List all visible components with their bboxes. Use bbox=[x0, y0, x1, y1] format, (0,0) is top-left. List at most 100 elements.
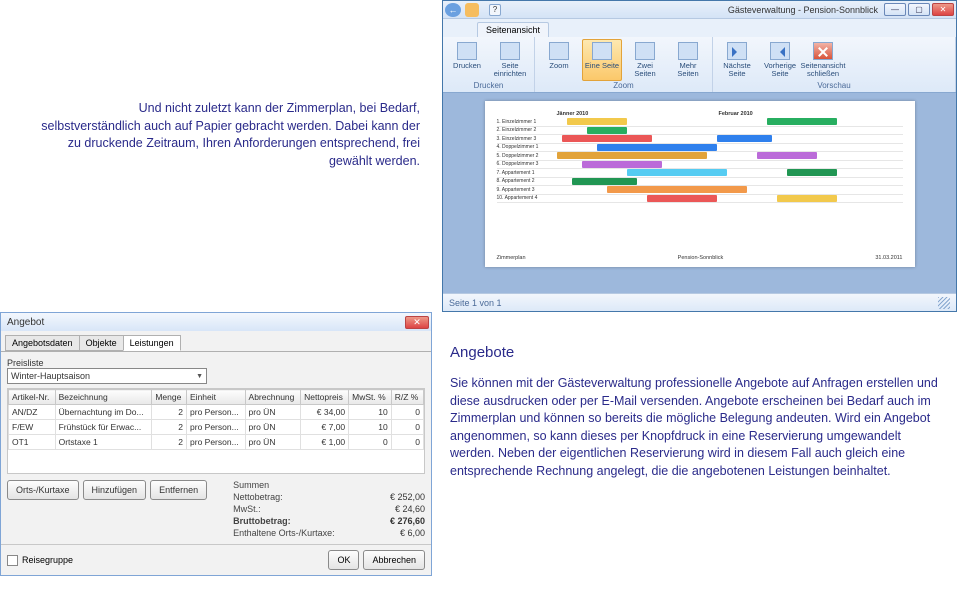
reisegruppe-checkbox[interactable]: Reisegruppe bbox=[7, 555, 73, 566]
column-header[interactable]: Menge bbox=[152, 390, 187, 405]
column-header[interactable]: Einheit bbox=[187, 390, 246, 405]
app-icon bbox=[465, 3, 479, 17]
table-row[interactable]: F/EWFrühstück für Erwac...2pro Person...… bbox=[9, 420, 424, 435]
gantt-bar bbox=[562, 135, 652, 142]
table-cell: 0 bbox=[391, 405, 423, 420]
ribbon-group-zoom: Zoom Eine Seite Zwei Seiten Mehr Seiten … bbox=[535, 37, 713, 92]
table-cell: pro Person... bbox=[187, 405, 246, 420]
paper-preview: Jänner 2010 Februar 2010 1. Einzelzimmer… bbox=[485, 101, 915, 267]
chart-row-bars bbox=[557, 127, 903, 134]
remove-button[interactable]: Entfernen bbox=[150, 480, 207, 500]
chart-row-bars bbox=[557, 152, 903, 159]
paper-footer-left: Zimmerplan bbox=[497, 255, 526, 261]
page-setup-icon bbox=[500, 42, 520, 60]
print-button[interactable]: Drucken bbox=[447, 39, 487, 81]
table-cell: Frühstück für Erwac... bbox=[55, 420, 152, 435]
table-cell: pro ÜN bbox=[245, 405, 301, 420]
paragraph-zimmerplan: Und nicht zuletzt kann der Zimmerplan, b… bbox=[40, 100, 420, 170]
ribbon-tabs: Seitenansicht bbox=[443, 19, 956, 37]
help-icon[interactable]: ? bbox=[489, 4, 501, 16]
two-pages-button[interactable]: Zwei Seiten bbox=[625, 39, 665, 81]
maximize-button[interactable]: ▢ bbox=[908, 3, 930, 16]
chart-row-label: 9. Appartement 3 bbox=[497, 187, 557, 193]
table-cell: 0 bbox=[349, 435, 392, 450]
chart-row: 9. Appartement 3 bbox=[497, 186, 903, 195]
enth-value: € 6,00 bbox=[390, 528, 425, 538]
offer-footer: Reisegruppe OK Abbrechen bbox=[1, 544, 431, 575]
chart-row-label: 8. Appartement 2 bbox=[497, 178, 557, 184]
add-button[interactable]: Hinzufügen bbox=[83, 480, 147, 500]
close-icon bbox=[813, 42, 833, 60]
zoom-icon bbox=[549, 42, 569, 60]
page-setup-button[interactable]: Seite einrichten bbox=[490, 39, 530, 81]
ok-button[interactable]: OK bbox=[328, 550, 359, 570]
window-title: Gästeverwaltung - Pension-Sonnblick bbox=[728, 5, 884, 15]
table-cell: 10 bbox=[349, 405, 392, 420]
chart-row-label: 10. Appartement 4 bbox=[497, 195, 557, 201]
minimize-button[interactable]: — bbox=[884, 3, 906, 16]
gantt-bar bbox=[787, 169, 837, 176]
table-cell: 2 bbox=[152, 435, 187, 450]
netto-value: € 252,00 bbox=[390, 492, 425, 502]
chart-row: 3. Einzelzimmer 3 bbox=[497, 135, 903, 144]
status-text: Seite 1 von 1 bbox=[449, 298, 502, 308]
preisliste-value: Winter-Hauptsaison bbox=[11, 371, 90, 381]
cancel-button[interactable]: Abbrechen bbox=[363, 550, 425, 570]
table-row[interactable]: OT1Ortstaxe 12pro Person...pro ÜN€ 1,000… bbox=[9, 435, 424, 450]
chart-row: 4. Doppelzimmer 1 bbox=[497, 144, 903, 153]
tab-seitenansicht[interactable]: Seitenansicht bbox=[477, 22, 549, 37]
chart-row-label: 4. Doppelzimmer 1 bbox=[497, 144, 557, 150]
offer-body: Preisliste Winter-Hauptsaison ▼ Artikel-… bbox=[1, 351, 431, 544]
column-header[interactable]: Nettopreis bbox=[301, 390, 349, 405]
offer-window: Angebot ✕ Angebotsdaten Objekte Leistung… bbox=[0, 312, 432, 576]
chart-row-label: 2. Einzelzimmer 2 bbox=[497, 127, 557, 133]
chart-row-label: 7. Appartement 1 bbox=[497, 170, 557, 176]
close-button[interactable]: ✕ bbox=[405, 316, 429, 329]
tab-angebotsdaten[interactable]: Angebotsdaten bbox=[5, 335, 80, 351]
close-button[interactable]: ✕ bbox=[932, 3, 954, 16]
two-pages-icon bbox=[635, 42, 655, 60]
table-cell: pro Person... bbox=[187, 435, 246, 450]
next-page-button[interactable]: Nächste Seite bbox=[717, 39, 757, 81]
prev-page-button[interactable]: Vorherige Seite bbox=[760, 39, 800, 81]
tab-leistungen[interactable]: Leistungen bbox=[123, 335, 181, 351]
sums-block: Summen Nettobetrag:€ 252,00 MwSt.:€ 24,6… bbox=[215, 480, 425, 538]
more-pages-button[interactable]: Mehr Seiten bbox=[668, 39, 708, 81]
column-header[interactable]: MwSt. % bbox=[349, 390, 392, 405]
table-row[interactable]: AN/DZÜbernachtung im Do...2pro Person...… bbox=[9, 405, 424, 420]
one-page-button[interactable]: Eine Seite bbox=[582, 39, 622, 81]
brutto-label: Bruttobetrag: bbox=[233, 516, 335, 526]
chart-row-bars bbox=[557, 178, 903, 185]
resize-handle-icon[interactable] bbox=[938, 297, 950, 309]
chart-row-bars bbox=[557, 161, 903, 168]
ribbon-group-label: Drucken bbox=[447, 81, 530, 90]
column-header[interactable]: R/Z % bbox=[391, 390, 423, 405]
tab-objekte[interactable]: Objekte bbox=[79, 335, 124, 351]
column-header[interactable]: Artikel-Nr. bbox=[9, 390, 56, 405]
gantt-bar bbox=[587, 127, 627, 134]
ribbon-group-drucken: Drucken Seite einrichten Drucken bbox=[443, 37, 535, 92]
table-cell: 0 bbox=[391, 420, 423, 435]
gantt-bar bbox=[717, 135, 772, 142]
preisliste-combo[interactable]: Winter-Hauptsaison ▼ bbox=[7, 368, 207, 384]
ortskurtaxe-button[interactable]: Orts-/Kurtaxe bbox=[7, 480, 79, 500]
zoom-button[interactable]: Zoom bbox=[539, 39, 579, 81]
back-icon[interactable]: ← bbox=[445, 3, 461, 17]
gantt-bar bbox=[572, 178, 637, 185]
chart-month: Februar 2010 bbox=[719, 111, 769, 117]
gantt-bar bbox=[757, 152, 817, 159]
column-header[interactable]: Abrechnung bbox=[245, 390, 301, 405]
leistungen-grid[interactable]: Artikel-Nr.BezeichnungMengeEinheitAbrech… bbox=[7, 388, 425, 474]
tabs: Angebotsdaten Objekte Leistungen bbox=[1, 331, 431, 351]
chart-row-label: 1. Einzelzimmer 1 bbox=[497, 119, 557, 125]
preview-area[interactable]: Jänner 2010 Februar 2010 1. Einzelzimmer… bbox=[443, 93, 956, 293]
printer-icon bbox=[457, 42, 477, 60]
table-cell: € 1,00 bbox=[301, 435, 349, 450]
close-preview-button[interactable]: Seitenansicht schließen bbox=[803, 39, 843, 81]
window-titlebar: Angebot ✕ bbox=[1, 313, 431, 331]
column-header[interactable]: Bezeichnung bbox=[55, 390, 152, 405]
chart-row-label: 6. Doppelzimmer 3 bbox=[497, 161, 557, 167]
print-preview-window: ← ? Gästeverwaltung - Pension-Sonnblick … bbox=[442, 0, 957, 312]
mwst-label: MwSt.: bbox=[233, 504, 335, 514]
table-cell: pro ÜN bbox=[245, 420, 301, 435]
